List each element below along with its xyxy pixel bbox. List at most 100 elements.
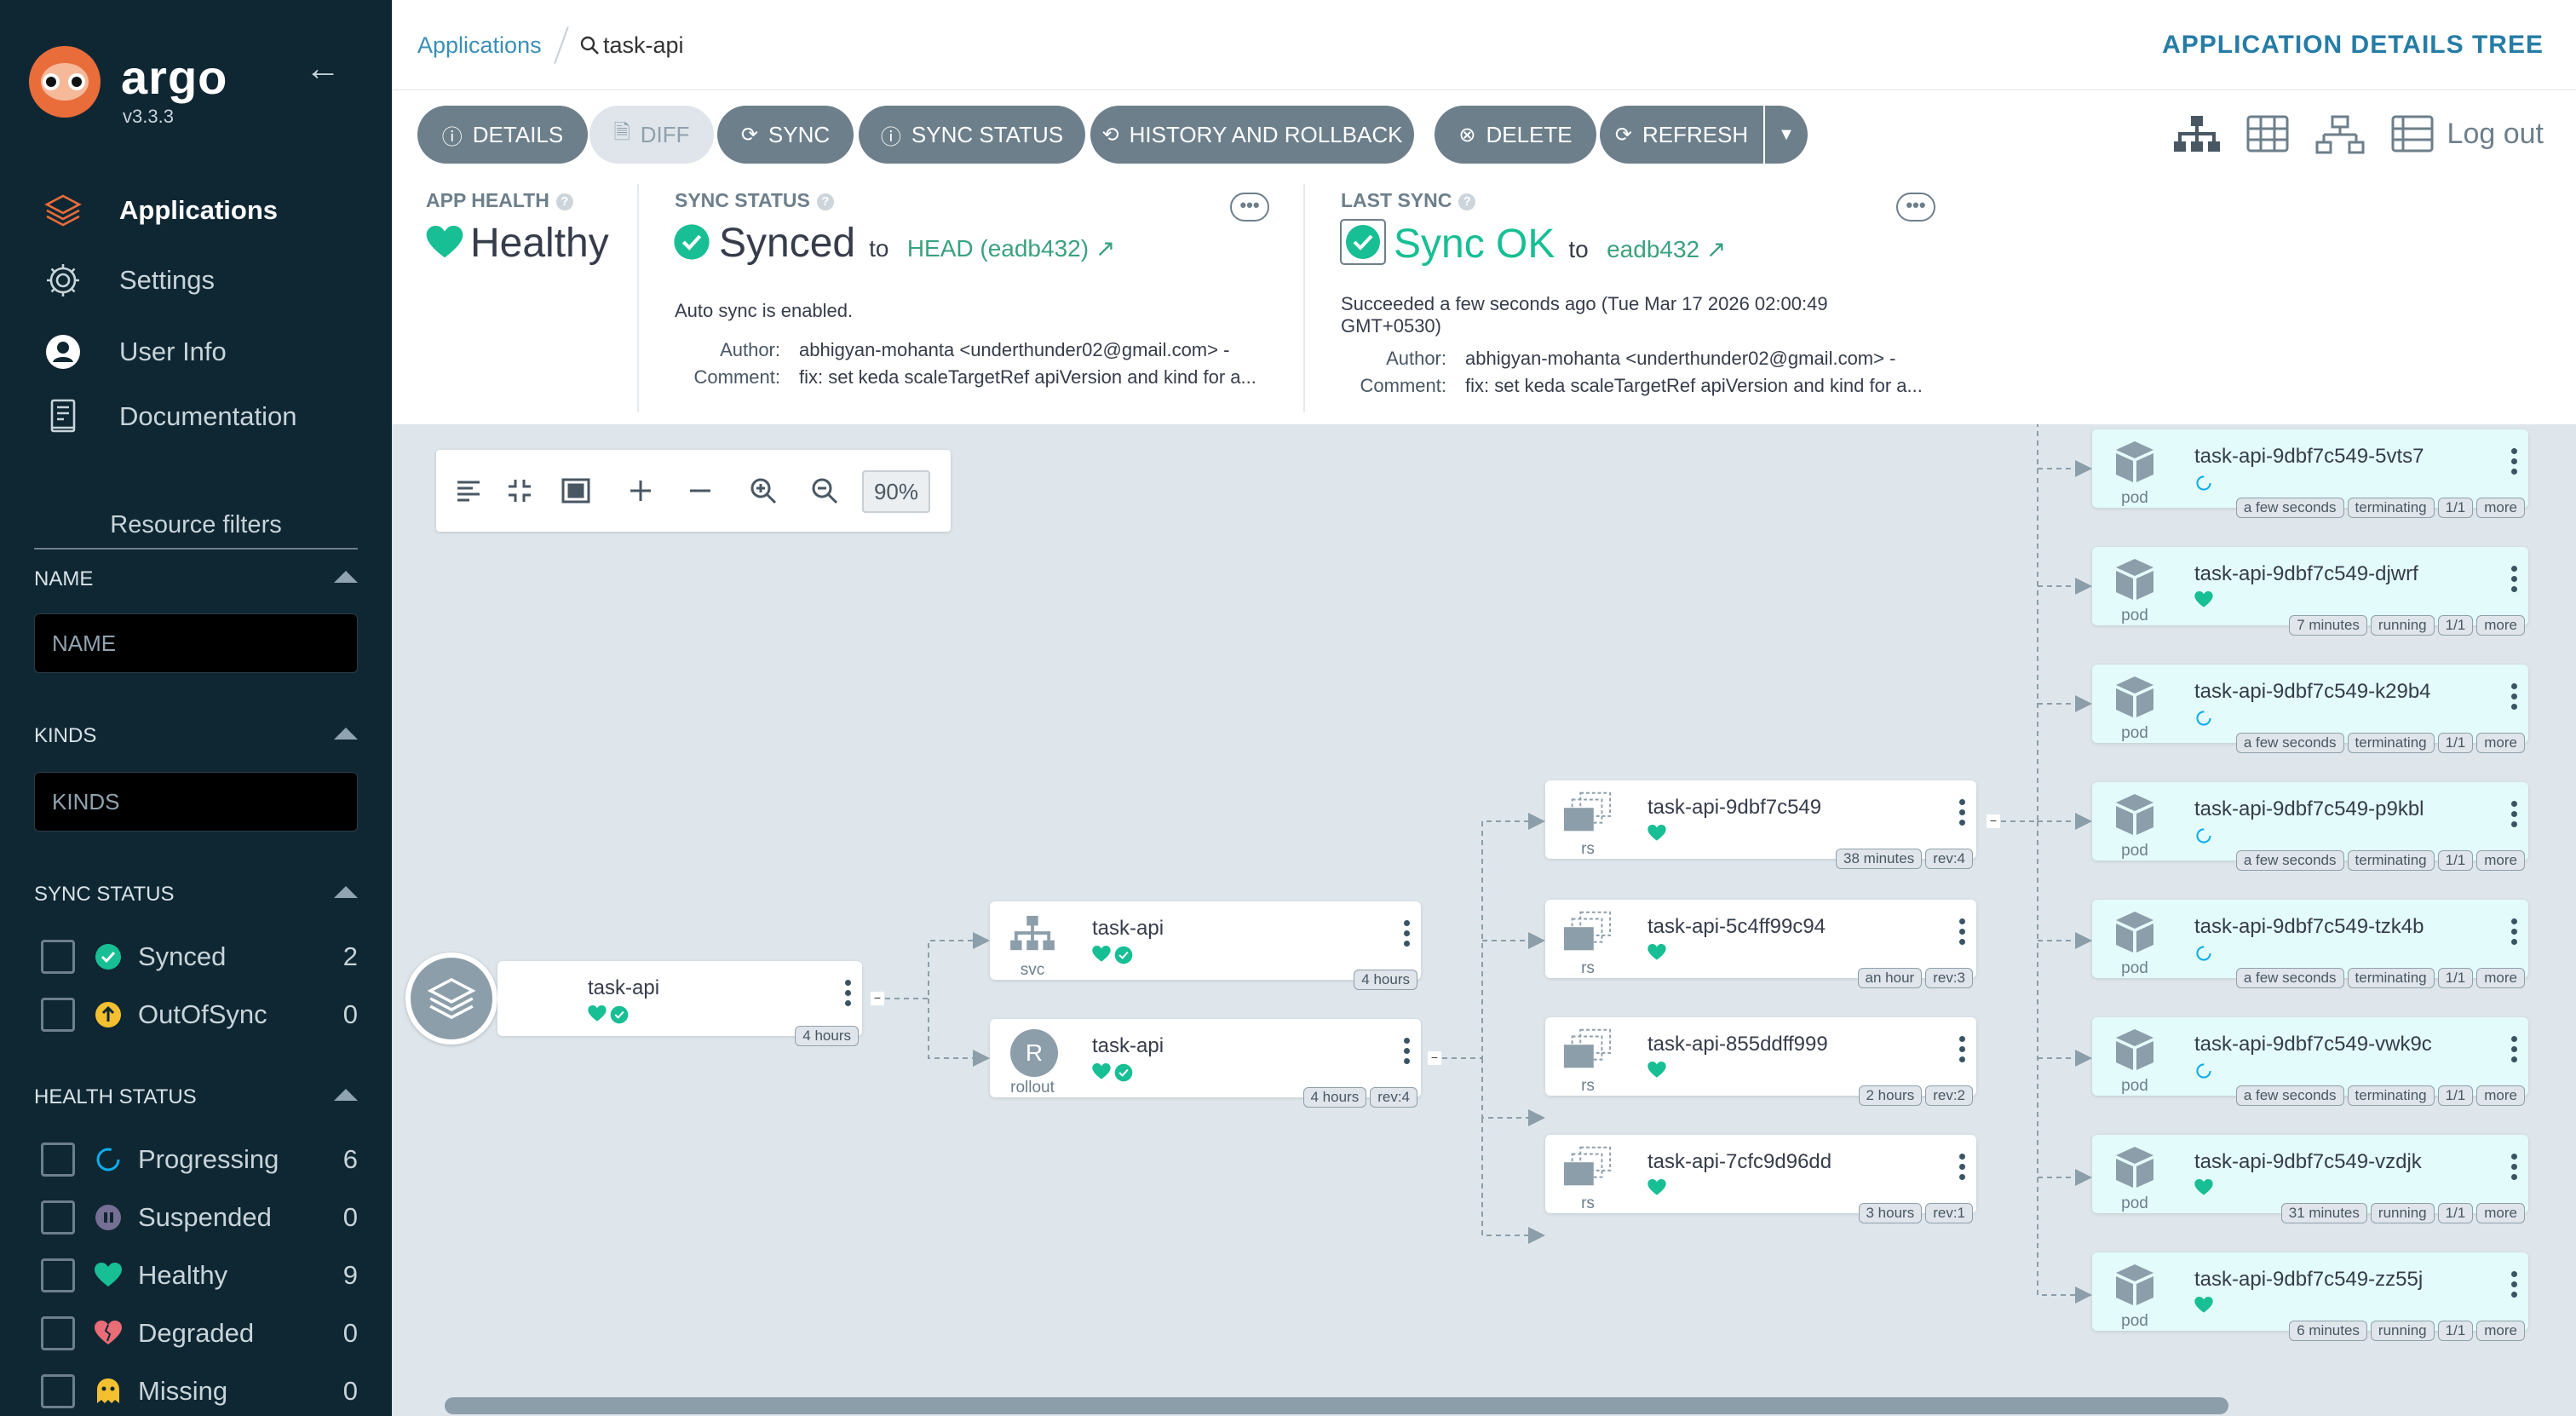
pod-node[interactable]: pod task-api-9dbf7c549-p9kbl a few secon… [2092,782,2528,871]
breadcrumb-current[interactable]: task-api [579,32,684,59]
tag[interactable]: more [2476,1203,2525,1223]
argo-logo[interactable] [29,46,101,118]
filter-synced[interactable]: Synced 2 [41,935,358,978]
network-view-icon[interactable] [2315,114,2365,155]
node-menu-icon[interactable] [2510,801,2518,838]
kinds-filter-input[interactable] [34,772,358,832]
checkbox[interactable] [41,1200,75,1235]
node-menu-icon[interactable] [2510,918,2518,956]
tag[interactable]: more [2476,733,2525,753]
zoom-out-icon[interactable] [804,470,845,511]
sync-status-filter-header[interactable]: SYNC STATUS [34,883,358,907]
checkbox[interactable] [41,1316,75,1350]
replicaset-node[interactable]: rs task-api-9dbf7c549 38 minutes rev:4 [1545,780,1976,869]
health-status-filter-header[interactable]: HEALTH STATUS [34,1085,358,1109]
node-menu-icon[interactable] [1958,799,1966,837]
service-node[interactable]: svc task-api 4 hours [990,901,1421,990]
pods-view-icon[interactable] [2245,114,2295,155]
pod-node[interactable]: pod task-api-9dbf7c549-vzdjk 31 minutes r… [2092,1135,2528,1223]
replicaset-node[interactable]: rs task-api-855ddff999 2 hours rev:2 [1545,1017,1976,1106]
checkbox[interactable] [41,1374,75,1408]
resource-tree-canvas[interactable]: 90% task-api 4 hours − svc task-api 4 ho… [392,424,2576,1416]
filter-outofsync[interactable]: OutOfSync 0 [41,993,358,1036]
pod-node[interactable]: pod task-api-9dbf7c549-tzk4b a few secon… [2092,900,2528,988]
node-menu-icon[interactable] [1402,920,1411,958]
collapse-node-icon[interactable]: − [1987,814,2000,828]
replicaset-node[interactable]: rs task-api-5c4ff99c94 an hour rev:3 [1545,900,1976,988]
sync-status-button[interactable]: ⓘ SYNC STATUS [859,106,1085,164]
tag[interactable]: more [2476,1321,2525,1341]
pod-node[interactable]: pod task-api-9dbf7c549-5vts7 a few secon… [2092,429,2528,518]
filter-suspended[interactable]: Suspended 0 [41,1196,358,1239]
expand-plus-icon[interactable] [620,470,661,511]
sidebar-item-documentation[interactable]: Documentation [0,387,392,446]
zoom-in-icon[interactable] [743,470,784,511]
sidebar-item-settings[interactable]: Settings [0,250,392,310]
refresh-button[interactable]: ⟳ REFRESH [1600,106,1763,164]
node-menu-icon[interactable] [2510,683,2518,721]
details-button[interactable]: ⓘ DETAILS [417,106,588,164]
align-left-icon[interactable] [448,470,489,511]
node-menu-icon[interactable] [2510,1036,2518,1074]
node-menu-icon[interactable] [2510,448,2518,486]
node-menu-icon[interactable] [2510,566,2518,603]
breadcrumb-applications-link[interactable]: Applications [417,32,542,59]
help-icon[interactable]: ? [816,193,834,210]
scrollbar-thumb[interactable] [445,1397,2228,1414]
name-filter-header[interactable]: NAME [34,567,358,591]
pod-node[interactable]: pod task-api-9dbf7c549-djwrf 7 minutes ru… [2092,547,2528,636]
checkbox[interactable] [41,1143,75,1177]
tag[interactable]: more [2476,615,2525,636]
node-menu-icon[interactable] [1958,1036,1966,1074]
zoom-level[interactable]: 90% [862,470,930,513]
refresh-dropdown-button[interactable]: ▼ [1765,106,1808,164]
collapse-node-icon[interactable]: − [1428,1051,1441,1065]
sidebar-item-user-info[interactable]: User Info [0,322,392,382]
application-node-icon[interactable] [405,953,497,1045]
filter-progressing[interactable]: Progressing 6 [41,1138,358,1181]
tag[interactable]: more [2476,968,2525,988]
pod-node[interactable]: pod task-api-9dbf7c549-zz55j 6 minutes ru… [2092,1252,2528,1341]
node-menu-icon[interactable] [843,980,852,1017]
node-menu-icon[interactable] [1402,1038,1411,1075]
sync-status-more-button[interactable]: ••• [1230,193,1269,222]
name-filter-input[interactable] [34,613,358,673]
filter-healthy[interactable]: Healthy 9 [41,1254,358,1297]
help-icon[interactable]: ? [1458,193,1476,210]
logout-link[interactable]: Log out [2447,118,2544,151]
help-icon[interactable]: ? [555,193,573,210]
collapse-minus-icon[interactable] [680,470,721,511]
pod-node[interactable]: pod task-api-9dbf7c549-k29b4 a few secon… [2092,665,2528,753]
checkbox[interactable] [41,1258,75,1292]
node-menu-icon[interactable] [2510,1154,2518,1191]
filter-missing[interactable]: Missing 0 [41,1370,358,1413]
sidebar-item-applications[interactable]: Applications [0,181,392,240]
filter-degraded[interactable]: Degraded 0 [41,1312,358,1355]
rollout-node[interactable]: R rollout task-api 4 hours rev:4 [990,1019,1421,1108]
pod-node[interactable]: pod task-api-9dbf7c549-vwk9c a few secon… [2092,1017,2528,1106]
sync-revision-link[interactable]: HEAD (eadb432) ↗ [907,235,1115,262]
diff-button[interactable]: 🗎 DIFF [589,106,714,164]
collapse-node-icon[interactable]: − [871,992,884,1005]
checkbox[interactable] [41,940,75,974]
fit-screen-icon[interactable] [555,470,596,511]
list-view-icon[interactable] [2390,114,2440,155]
node-menu-icon[interactable] [1958,918,1966,956]
collapse-sidebar-icon[interactable]: ← [305,48,341,89]
replicaset-node[interactable]: rs task-api-7cfc9d96dd 3 hours rev:1 [1545,1135,1976,1223]
history-rollback-button[interactable]: ⟲ HISTORY AND ROLLBACK [1090,106,1414,164]
last-sync-more-button[interactable]: ••• [1896,193,1935,222]
tag[interactable]: more [2476,1085,2525,1106]
last-sync-revision-link[interactable]: eadb432 ↗ [1607,236,1726,262]
compress-icon[interactable] [499,470,540,511]
checkbox[interactable] [41,998,75,1032]
tree-view-icon[interactable] [2172,114,2222,155]
node-menu-icon[interactable] [2510,1271,2518,1309]
tag[interactable]: more [2476,850,2525,871]
tag[interactable]: more [2476,498,2525,518]
application-node[interactable]: task-api 4 hours [497,961,862,1046]
kinds-filter-header[interactable]: KINDS [34,724,358,748]
node-menu-icon[interactable] [1958,1154,1966,1191]
delete-button[interactable]: ⊗ DELETE [1435,106,1596,164]
sync-button[interactable]: ⟳ SYNC [717,106,854,164]
